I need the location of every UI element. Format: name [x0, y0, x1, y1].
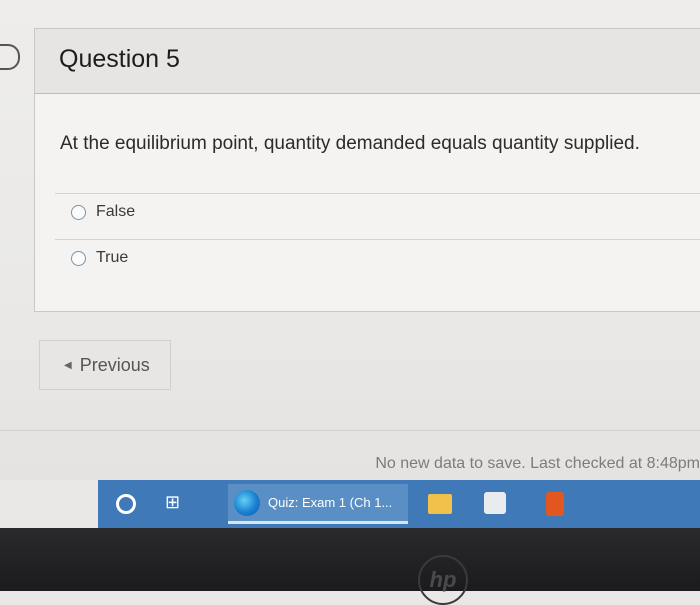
footer-divider — [0, 430, 700, 431]
question-card: Question 5 At the equilibrium point, qua… — [34, 28, 700, 312]
previous-label: Previous — [79, 354, 150, 375]
taskbar-app-label: Quiz: Exam 1 (Ch 1... — [268, 495, 393, 510]
chevron-left-icon: ◀ — [64, 359, 72, 371]
taskbar-app-edge[interactable]: Quiz: Exam 1 (Ch 1... — [228, 484, 408, 524]
divider — [55, 193, 700, 194]
office-icon[interactable] — [546, 492, 564, 516]
store-icon[interactable] — [484, 492, 506, 514]
question-flag-icon[interactable] — [0, 44, 20, 70]
question-header: Question 5 — [35, 29, 700, 94]
file-explorer-icon[interactable] — [428, 494, 452, 514]
edge-icon — [234, 489, 260, 516]
option-true[interactable]: True — [71, 249, 128, 267]
divider — [55, 239, 700, 240]
option-label: True — [96, 249, 129, 266]
task-view-icon[interactable]: ⊞ — [165, 492, 180, 513]
option-label: False — [96, 203, 136, 220]
question-text: At the equilibrium point, quantity deman… — [60, 133, 640, 154]
radio-button[interactable] — [71, 250, 86, 266]
hp-logo: hp — [418, 555, 468, 605]
browser-content: Question 5 At the equilibrium point, qua… — [0, 0, 700, 480]
save-status: No new data to save. Last checked at 8:4… — [375, 455, 700, 472]
previous-button[interactable]: ◀ Previous — [39, 340, 171, 390]
option-false[interactable]: False — [71, 203, 135, 221]
radio-button[interactable] — [71, 204, 86, 220]
question-title: Question 5 — [59, 45, 180, 73]
taskbar: ⊞ Quiz: Exam 1 (Ch 1... — [98, 480, 700, 528]
cortana-icon[interactable] — [116, 494, 136, 514]
laptop-bezel — [0, 528, 700, 591]
